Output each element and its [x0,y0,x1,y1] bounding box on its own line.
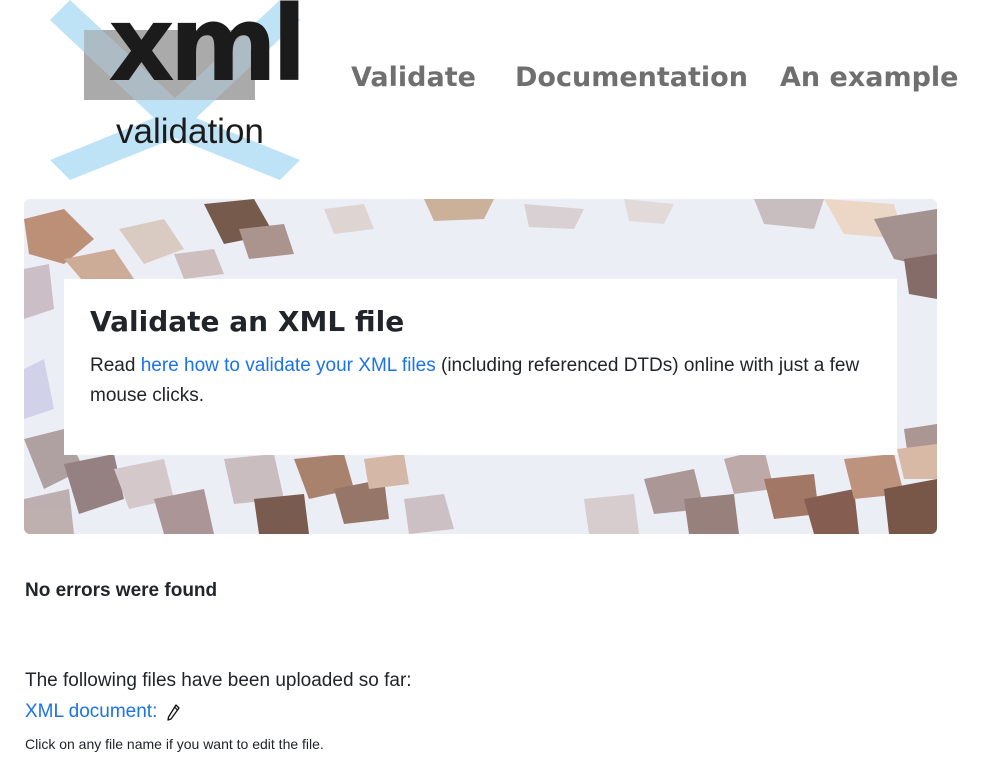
hero-title: Validate an XML file [90,305,405,338]
nav-documentation[interactable]: Documentation [515,62,748,93]
hero-banner: Validate an XML file Read here how to va… [24,199,937,534]
logo-subtitle: validation [116,112,264,151]
site-logo[interactable]: xml validation [50,0,307,180]
hero-description: Read here how to validate your XML files… [90,351,880,411]
nav-an-example[interactable]: An example [780,62,959,93]
file-link-xml-document[interactable]: XML document: [25,701,157,723]
main-nav: Validate Documentation An example [340,62,967,102]
uploaded-files-intro: The following files have been uploaded s… [25,670,412,691]
hero-card: Validate an XML file Read here how to va… [64,279,897,455]
edit-hint: Click on any file name if you want to ed… [25,736,324,752]
pencil-icon[interactable] [166,704,180,722]
hero-docs-link[interactable]: here how to validate your XML files [141,355,436,376]
validation-status: No errors were found [25,580,218,601]
nav-validate[interactable]: Validate [351,62,476,93]
hero-text-before: Read [90,355,141,376]
logo-wordmark: xml [108,0,307,105]
